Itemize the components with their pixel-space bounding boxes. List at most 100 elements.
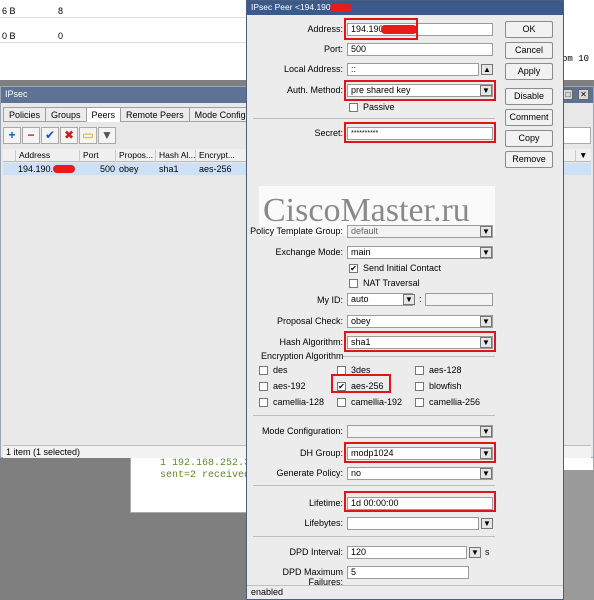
lifetime-label: Lifetime:: [308, 498, 343, 508]
terminal-cell: 6 B: [2, 6, 16, 16]
my-id-value-field[interactable]: [425, 293, 493, 306]
close-icon[interactable]: ✕: [578, 89, 589, 100]
expand-icon[interactable]: ▲: [481, 64, 493, 75]
terminal-row: 0 B 0: [0, 29, 250, 43]
dpd-max-failures-field[interactable]: 5: [347, 566, 469, 579]
local-address-field[interactable]: ::: [347, 63, 479, 76]
filter-icon[interactable]: ▼: [98, 127, 116, 144]
enable-icon[interactable]: ✔: [41, 127, 59, 144]
dropdown-arrow-icon[interactable]: ▼: [403, 294, 415, 305]
terminal-cell: 0: [58, 31, 64, 41]
policy-template-label: Policy Template Group:: [250, 226, 343, 236]
divider: [253, 536, 495, 537]
column-header[interactable]: Encrypt...: [195, 150, 235, 162]
redaction-mark: [330, 4, 352, 12]
dropdown-arrow-icon[interactable]: ▼: [480, 247, 492, 258]
tab-peers[interactable]: Peers: [85, 107, 122, 122]
tab-groups[interactable]: Groups: [45, 107, 87, 122]
terminal-line: 1 192.168.252.3: [160, 458, 251, 469]
passive-label: Passive: [363, 102, 395, 112]
dropdown-arrow-icon[interactable]: ▼: [480, 316, 492, 327]
cell-encryption: aes-256: [199, 164, 232, 174]
remove-button[interactable]: Remove: [505, 151, 553, 168]
dropdown-arrow-icon[interactable]: ▼: [480, 426, 492, 437]
enc-aes192-label: aes-192: [273, 381, 306, 391]
disable-button[interactable]: Disable: [505, 88, 553, 105]
terminal-cell: 0 B: [2, 31, 16, 41]
exchange-mode-label: Exchange Mode:: [275, 247, 343, 257]
enc-camellia128-checkbox[interactable]: [259, 398, 268, 407]
disable-icon[interactable]: ✖: [60, 127, 78, 144]
apply-button[interactable]: Apply: [505, 63, 553, 80]
my-id-separator: :: [419, 294, 422, 304]
divider: [253, 415, 495, 416]
comment-button[interactable]: Comment: [505, 109, 553, 126]
cell-address: 194.190.: [18, 164, 54, 174]
send-initial-contact-checkbox[interactable]: ✔: [349, 264, 358, 273]
dialog-status: enabled: [247, 585, 563, 599]
dpd-interval-select[interactable]: 120: [347, 546, 467, 559]
enc-blowfish-checkbox[interactable]: [415, 382, 424, 391]
column-header[interactable]: Address: [15, 150, 50, 162]
dh-group-label: DH Group:: [299, 448, 343, 458]
dropdown-arrow-icon[interactable]: ▼: [480, 226, 492, 237]
dialog-title-text: IPsec Peer <194.190.: [251, 2, 333, 12]
highlight-box: [344, 442, 496, 463]
remove-icon[interactable]: −: [22, 127, 40, 144]
column-menu-icon[interactable]: ▼: [575, 150, 587, 162]
add-icon[interactable]: +: [3, 127, 21, 144]
comment-icon[interactable]: ▭: [79, 127, 97, 144]
tab-remote-peers[interactable]: Remote Peers: [120, 107, 190, 122]
secret-label: Secret:: [314, 128, 343, 138]
policy-template-select[interactable]: default: [347, 225, 493, 238]
enc-aes192-checkbox[interactable]: [259, 382, 268, 391]
enc-camellia256-checkbox[interactable]: [415, 398, 424, 407]
column-header[interactable]: Port: [79, 150, 99, 162]
hash-algorithm-label: Hash Algorithm:: [279, 337, 343, 347]
enc-des-checkbox[interactable]: [259, 366, 268, 375]
highlight-box: [344, 491, 496, 512]
proposal-check-label: Proposal Check:: [276, 316, 343, 326]
enc-aes128-checkbox[interactable]: [415, 366, 424, 375]
find-input[interactable]: [561, 127, 591, 144]
maximize-icon[interactable]: □: [562, 89, 574, 100]
lifebytes-field[interactable]: [347, 517, 479, 530]
proposal-check-select[interactable]: obey: [347, 315, 493, 328]
mode-configuration-label: Mode Configuration:: [261, 426, 343, 436]
port-field[interactable]: 500: [347, 43, 493, 56]
ipsec-peer-dialog: IPsec Peer <194.190. Address: 194.190. P…: [246, 0, 564, 600]
dpd-interval-unit: s: [485, 547, 490, 557]
lifebytes-label: Lifebytes:: [304, 518, 343, 528]
highlight-box: [331, 374, 391, 393]
tab-bar: Policies Groups Peers Remote Peers Mode Conf…: [3, 107, 277, 123]
tab-policies[interactable]: Policies: [3, 107, 47, 122]
column-header[interactable]: Propos...: [115, 150, 153, 162]
terminal-line: sent=2 received: [160, 470, 251, 481]
copy-button[interactable]: Copy: [505, 130, 553, 147]
encryption-group-title: Encryption Algorithm: [261, 351, 344, 361]
window-controls: □ ✕: [560, 89, 589, 100]
column-header[interactable]: Hash Al...: [155, 150, 195, 162]
cell-hash: sha1: [159, 164, 179, 174]
enc-des-label: des: [273, 365, 288, 375]
expand-icon[interactable]: ▼: [481, 518, 493, 529]
toolbar: + − ✔ ✖ ▭ ▼: [3, 127, 117, 145]
ok-button[interactable]: OK: [505, 21, 553, 38]
dropdown-arrow-icon[interactable]: ▼: [480, 468, 492, 479]
nat-traversal-checkbox[interactable]: [349, 279, 358, 288]
enc-camellia256-label: camellia-256: [429, 397, 481, 407]
mode-configuration-select[interactable]: [347, 425, 493, 438]
cell-proposal: obey: [119, 164, 139, 174]
cell-port: 500: [100, 164, 116, 174]
terminal-cell: 8: [58, 6, 64, 16]
generate-policy-select[interactable]: no: [347, 467, 493, 480]
highlight-box: [344, 331, 496, 352]
passive-checkbox[interactable]: [349, 103, 358, 112]
nat-traversal-label: NAT Traversal: [363, 278, 420, 288]
enc-camellia192-checkbox[interactable]: [337, 398, 346, 407]
dropdown-arrow-icon[interactable]: ▼: [469, 547, 481, 558]
highlight-box: [344, 18, 418, 40]
cancel-button[interactable]: Cancel: [505, 42, 553, 59]
exchange-mode-select[interactable]: main: [347, 246, 493, 259]
divider: [253, 485, 495, 486]
